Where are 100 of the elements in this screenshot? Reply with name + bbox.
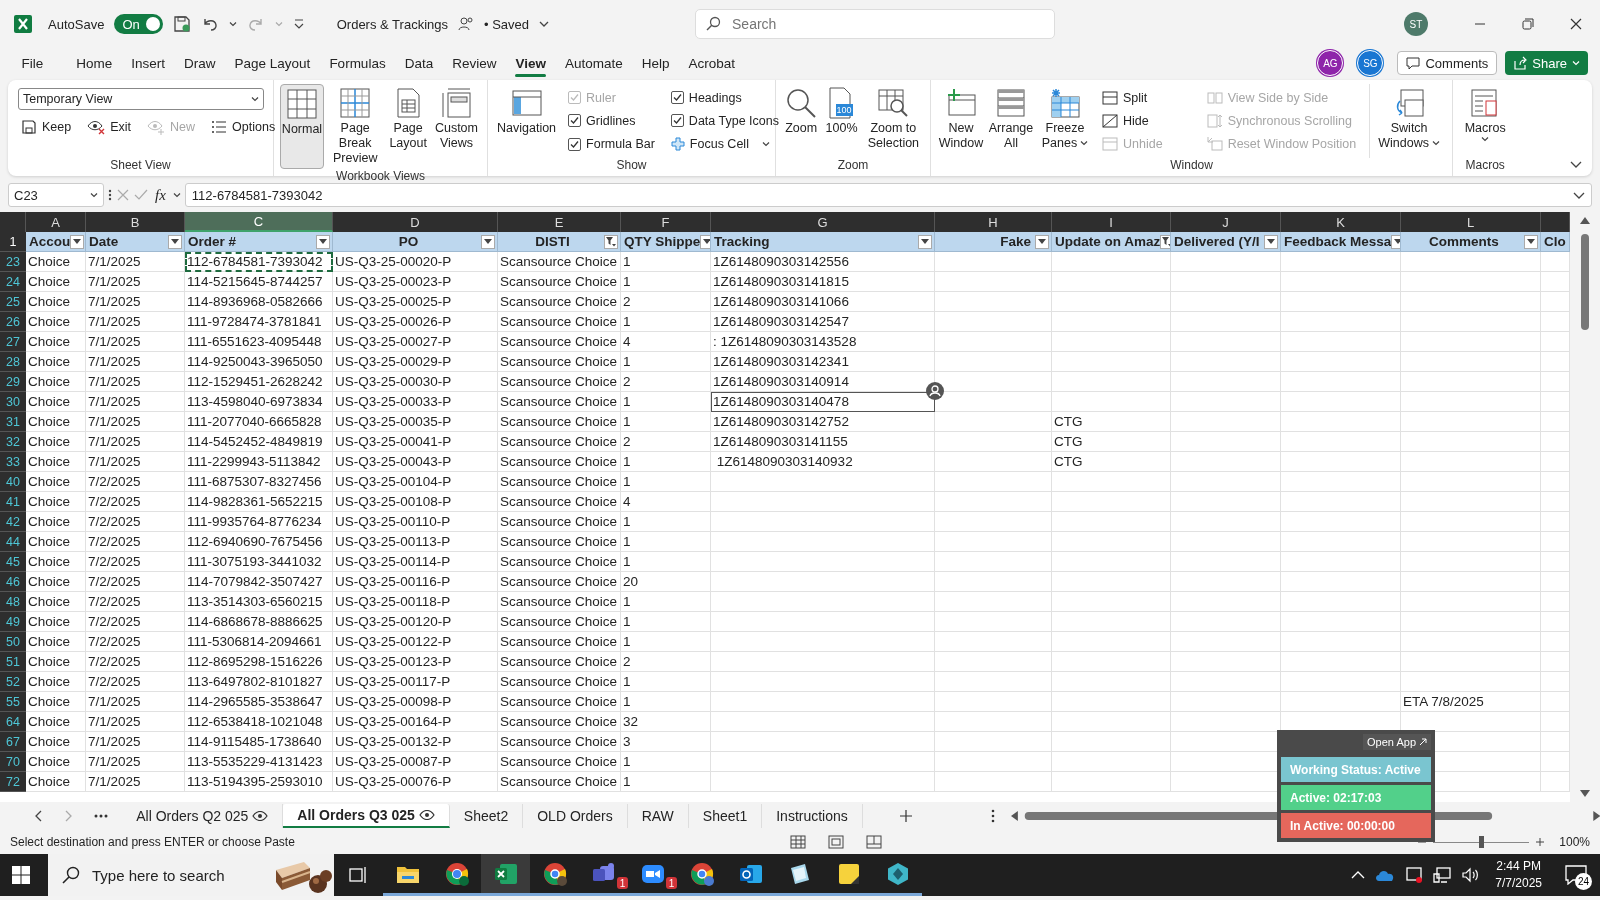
ribbon-button[interactable]: 100 100% — [822, 84, 861, 158]
row-number[interactable]: 52 — [0, 672, 26, 692]
spreadsheet-app-icon[interactable] — [493, 861, 518, 886]
menu-tab[interactable]: Acrobat — [679, 52, 745, 74]
document-title[interactable]: Orders & Trackings — [336, 16, 448, 32]
row-number[interactable]: 55 — [0, 692, 26, 712]
ribbon-button[interactable]: Split — [1099, 86, 1166, 109]
formula-field[interactable]: 112-6784581-7393042 — [184, 183, 1592, 207]
sheet-tab[interactable]: RAW — [627, 804, 689, 828]
sheet-tab[interactable]: Sheet1 — [688, 804, 763, 828]
row-number[interactable]: 70 — [0, 752, 26, 772]
menu-tab[interactable]: Automate — [555, 52, 633, 74]
browser-icon[interactable] — [444, 861, 469, 886]
row-number[interactable]: 26 — [0, 312, 26, 332]
column-heading[interactable]: L — [1401, 212, 1541, 232]
row-number[interactable]: 40 — [0, 472, 26, 492]
filter-button[interactable] — [1035, 234, 1049, 249]
row-number[interactable]: 23 — [0, 252, 26, 272]
browser-icon[interactable] — [689, 861, 714, 886]
collaborator-avatar[interactable]: AG — [1317, 50, 1344, 76]
row-number[interactable]: 41 — [0, 492, 26, 512]
ribbon-button[interactable]: Options — [208, 116, 279, 138]
ribbon-button[interactable]: Custom Views — [431, 84, 481, 169]
name-box[interactable]: C23 — [8, 183, 104, 207]
scroll-down-icon[interactable] — [1580, 790, 1590, 798]
open-app-button[interactable]: Open App — [1363, 734, 1431, 750]
sheet-tab[interactable]: Instructions — [762, 804, 863, 828]
row-number[interactable]: 27 — [0, 332, 26, 352]
column-heading[interactable]: J — [1171, 212, 1281, 232]
ribbon-button[interactable]: Page Break Preview — [326, 84, 385, 169]
collapse-ribbon-icon[interactable] — [1570, 160, 1582, 168]
filter-button[interactable] — [481, 234, 495, 249]
zoom-slider[interactable] — [1479, 835, 1485, 848]
menu-tab[interactable]: Draw — [174, 52, 226, 74]
ribbon-button[interactable]: Switch Windows — [1372, 84, 1447, 158]
menu-tab[interactable]: View — [505, 52, 556, 74]
filter-button[interactable] — [918, 234, 932, 249]
chevron-up-icon[interactable] — [1351, 870, 1366, 880]
filter-button[interactable] — [700, 234, 710, 249]
row-number[interactable]: 44 — [0, 532, 26, 552]
zoom-level[interactable]: 100% — [1559, 835, 1590, 849]
row-number[interactable]: 29 — [0, 372, 26, 392]
ribbon-button[interactable]: Hide — [1099, 110, 1166, 132]
row-number[interactable]: 51 — [0, 652, 26, 672]
ribbon-button[interactable]: Arrange All — [987, 84, 1035, 158]
menu-tab[interactable]: Data — [395, 52, 443, 74]
ribbon-button[interactable]: Freeze Panes — [1037, 84, 1093, 158]
zoom-in-icon[interactable] — [1535, 837, 1546, 847]
ribbon-button[interactable]: Page Layout — [386, 84, 430, 169]
clock[interactable]: 2:44 PM 7/7/2025 — [1489, 858, 1548, 892]
menu-tab[interactable]: Formulas — [319, 52, 396, 74]
row-number[interactable]: 32 — [0, 432, 26, 452]
sheet-tab[interactable]: OLD Orders — [523, 804, 628, 828]
checkbox[interactable]: Headings — [667, 86, 782, 109]
column-heading[interactable]: E — [498, 212, 621, 232]
row-number[interactable]: 28 — [0, 352, 26, 372]
device-icon[interactable] — [1405, 866, 1424, 884]
page-layout-view-icon[interactable] — [828, 835, 845, 849]
task-view-icon[interactable] — [348, 866, 369, 884]
save-icon[interactable] — [172, 15, 191, 33]
share-button[interactable]: Share — [1505, 51, 1588, 75]
insert-function-button[interactable]: fx — [152, 186, 169, 204]
user-avatar[interactable]: ST — [1404, 12, 1428, 36]
scroll-thumb[interactable] — [1581, 234, 1589, 330]
row-number[interactable]: 72 — [0, 772, 26, 792]
column-heading[interactable]: A — [26, 212, 86, 232]
more-icon[interactable] — [108, 188, 112, 202]
row-number[interactable]: 24 — [0, 272, 26, 292]
menu-tab[interactable]: Insert — [121, 52, 175, 74]
column-heading[interactable]: G — [711, 212, 935, 232]
menu-tab[interactable]: Page Layout — [225, 52, 320, 74]
ribbon-button[interactable]: Macros — [1459, 84, 1512, 158]
network-icon[interactable] — [1433, 866, 1452, 884]
row-number[interactable]: 42 — [0, 512, 26, 532]
row-number[interactable]: 67 — [0, 732, 26, 752]
sheet-tab[interactable]: All Orders Q3 025 — [283, 804, 450, 828]
row-number[interactable]: 46 — [0, 572, 26, 592]
column-heading[interactable]: I — [1052, 212, 1171, 232]
sheet-view-dropdown[interactable]: Temporary View — [18, 88, 264, 110]
column-heading[interactable]: D — [333, 212, 498, 232]
filter-button[interactable] — [604, 234, 618, 249]
row-number[interactable]: 64 — [0, 712, 26, 732]
ribbon-button[interactable]: New Window — [937, 84, 985, 158]
row-number[interactable]: 25 — [0, 292, 26, 312]
ribbon-button[interactable]: Keep — [18, 116, 75, 138]
column-heading[interactable]: H — [935, 212, 1052, 232]
filter-button[interactable] — [70, 234, 85, 249]
row-number[interactable]: 31 — [0, 412, 26, 432]
checkbox[interactable]: Gridlines — [565, 110, 658, 132]
row-number[interactable]: 50 — [0, 632, 26, 652]
collaborator-avatar[interactable]: SG — [1357, 50, 1384, 76]
column-heading[interactable]: K — [1281, 212, 1401, 232]
comments-button[interactable]: Comments — [1397, 51, 1498, 75]
checkbox[interactable]: Formula Bar — [565, 133, 658, 156]
filter-button[interactable] — [1264, 234, 1278, 249]
menu-tab[interactable]: Review — [442, 52, 506, 74]
customize-icon[interactable] — [292, 18, 305, 30]
ribbon-button[interactable]: Zoom — [782, 84, 821, 158]
row-number[interactable]: 48 — [0, 592, 26, 612]
column-heading[interactable]: F — [621, 212, 711, 232]
